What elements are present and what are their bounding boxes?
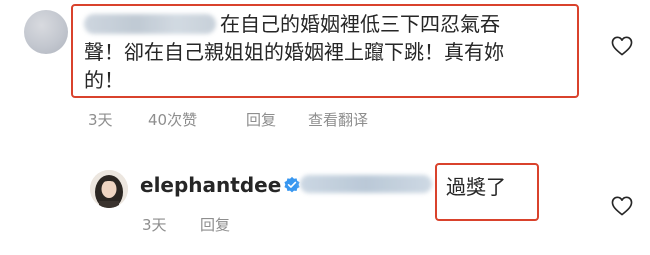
comment-highlight-box bbox=[71, 4, 579, 98]
reply-reply-button[interactable]: 回复 bbox=[200, 214, 230, 235]
comment-reply-button[interactable]: 回复 bbox=[246, 109, 276, 130]
verified-badge-icon bbox=[284, 176, 300, 193]
reply-highlight-box bbox=[435, 163, 539, 221]
reply-time: 3天 bbox=[142, 216, 167, 234]
reply-username[interactable]: elephantdee bbox=[140, 173, 281, 197]
like-heart-icon[interactable] bbox=[611, 196, 633, 216]
blurred-mention bbox=[300, 175, 432, 193]
like-heart-icon[interactable] bbox=[611, 36, 633, 56]
reply-avatar[interactable] bbox=[90, 170, 128, 208]
comment-translate-button[interactable]: 查看翻译 bbox=[308, 109, 368, 130]
comment-time: 3天 bbox=[88, 111, 113, 129]
avatar-portrait-icon bbox=[90, 170, 128, 208]
reply-meta: 3天 回复 bbox=[142, 214, 262, 234]
comment-thread: 在自己的婚姻裡低三下四忍氣吞 聲！卻在自己親姐姐的婚姻裡上躥下跳！真有妳 的！ … bbox=[0, 0, 650, 255]
commenter-avatar[interactable] bbox=[24, 10, 68, 54]
comment-likes[interactable]: 40次赞 bbox=[148, 109, 197, 130]
comment-meta: 3天 40次赞 回复 查看翻译 bbox=[88, 109, 368, 130]
